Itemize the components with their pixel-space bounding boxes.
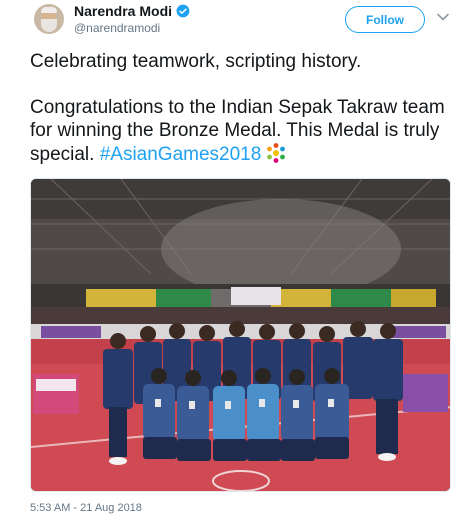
tweet-line-1: Celebrating teamwork, scripting history. bbox=[30, 51, 362, 72]
hashtag-link[interactable]: #AsianGames2018 bbox=[100, 144, 262, 165]
chevron-down-icon[interactable] bbox=[436, 10, 450, 24]
author-block[interactable]: Narendra Modi @narendramodi bbox=[74, 3, 190, 35]
verified-badge-icon bbox=[176, 4, 190, 18]
author-handle[interactable]: @narendramodi bbox=[74, 21, 190, 35]
follow-button[interactable]: Follow bbox=[345, 6, 425, 33]
tweet-timestamp[interactable]: 5:53 AM - 21 Aug 2018 bbox=[30, 502, 142, 514]
tweet-line-2: Congratulations to the Indian Sepak Takr… bbox=[30, 96, 450, 166]
avatar[interactable] bbox=[34, 4, 64, 34]
tweet-text: Celebrating teamwork, scripting history.… bbox=[30, 50, 450, 166]
display-name-row[interactable]: Narendra Modi bbox=[74, 3, 190, 19]
asian-games-emoji-icon bbox=[267, 143, 286, 163]
team-photo-illustration bbox=[31, 179, 450, 491]
tweet-card: Narendra Modi @narendramodi Follow Celeb… bbox=[0, 0, 465, 530]
tweet-header: Narendra Modi @narendramodi Follow bbox=[0, 0, 465, 44]
avatar-hair bbox=[41, 7, 57, 13]
tweet-photo[interactable] bbox=[30, 178, 451, 492]
display-name[interactable]: Narendra Modi bbox=[74, 3, 172, 19]
avatar-beard bbox=[41, 19, 57, 32]
